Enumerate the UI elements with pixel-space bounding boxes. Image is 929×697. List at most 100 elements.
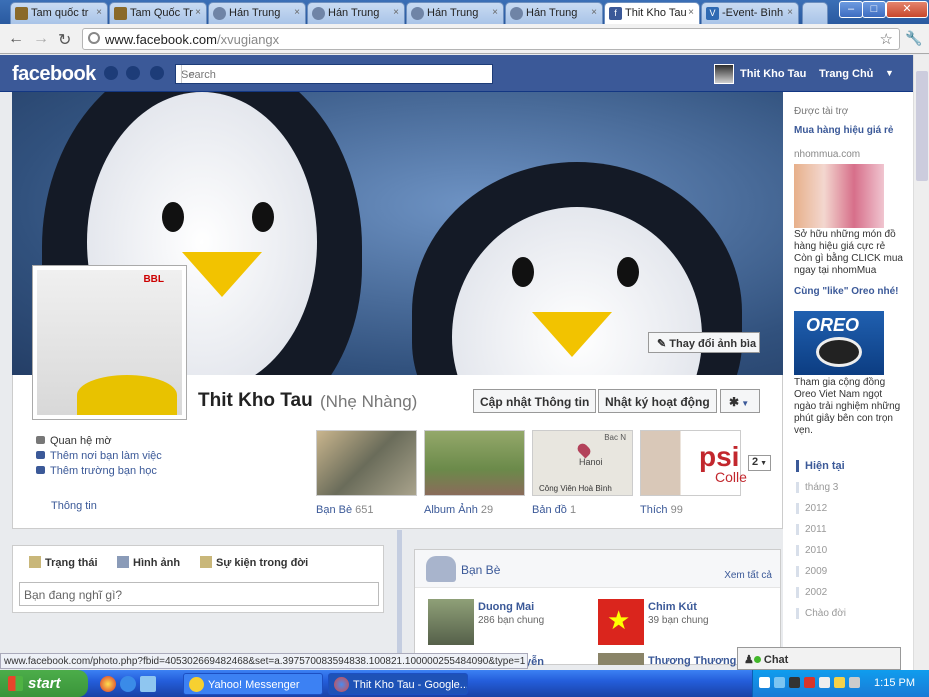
friends-thumbnail[interactable] (316, 430, 417, 496)
activity-log-button[interactable]: Nhật ký hoạt động (598, 389, 717, 413)
forward-arrow-icon[interactable]: → (33, 30, 49, 48)
scrollbar-thumb[interactable] (916, 71, 928, 181)
url-input[interactable]: www.facebook.com/xvugiangx ☆ (82, 28, 900, 50)
friend-requests-icon[interactable] (104, 66, 118, 80)
close-icon[interactable]: × (195, 7, 201, 18)
browser-tab[interactable]: Hán Trung × (406, 2, 504, 24)
friend-name[interactable]: Thương Thương M (648, 655, 749, 667)
ad-image[interactable]: OREO (794, 311, 884, 375)
timeline-year[interactable]: Chào đời (796, 608, 876, 619)
status-input[interactable]: Bạn đang nghĩ gì? (19, 582, 379, 606)
tray-app-icon[interactable] (834, 677, 845, 688)
star-icon: ★ (607, 605, 631, 635)
antivirus-icon[interactable] (804, 677, 815, 688)
friend-name[interactable]: Duong Mai (478, 601, 534, 613)
friend-name[interactable]: Chim Kút (648, 601, 697, 613)
avatar[interactable] (714, 64, 734, 84)
profile-link[interactable]: Thit Kho Tau (740, 68, 806, 80)
show-desktop-icon[interactable] (140, 676, 156, 692)
browser-tab[interactable]: Hán Trung × (505, 2, 603, 24)
ad-url[interactable]: nhommua.com (794, 149, 860, 160)
taskbar-chrome-window[interactable]: Thit Kho Tau - Google... (328, 673, 468, 695)
albums-label[interactable]: Album Ảnh 29 (424, 504, 493, 516)
timeline-year[interactable]: 2009 (796, 566, 876, 577)
monitor-icon[interactable] (789, 677, 800, 688)
close-icon[interactable]: × (591, 7, 597, 18)
browser-tab[interactable]: Tam Quốc Tr × (109, 2, 207, 24)
clock[interactable]: 1:15 PM (874, 677, 915, 689)
timeline-year[interactable]: 2012 (796, 503, 876, 514)
search-input[interactable]: Search ⌕ (175, 64, 493, 84)
notifications-globe-icon[interactable] (150, 66, 164, 80)
timeline-year[interactable]: 2011 (796, 524, 876, 535)
profile-picture[interactable]: BBL (32, 265, 187, 420)
ie-icon[interactable] (120, 676, 136, 692)
page-scrollbar[interactable] (913, 55, 929, 670)
browser-tab[interactable]: V -Event- Bình × (701, 2, 799, 24)
close-icon[interactable]: × (294, 7, 300, 18)
new-tab-button[interactable] (802, 2, 828, 24)
ad-title[interactable]: Mua hàng hiệu giá rẻ (794, 125, 902, 137)
close-icon[interactable]: × (492, 7, 498, 18)
volume-icon[interactable] (849, 677, 860, 688)
badge-text: BBL (143, 274, 164, 285)
change-cover-button[interactable]: ✎ Thay đổi ảnh bìa (648, 332, 760, 353)
info-link[interactable]: Thông tin (51, 500, 97, 512)
facebook-logo[interactable]: facebook (12, 63, 96, 86)
browser-tab-active[interactable]: f Thit Kho Tau × (604, 2, 700, 24)
friend-photo[interactable] (598, 653, 644, 665)
more-sections-button[interactable]: 2 ▼ (748, 455, 771, 471)
close-icon[interactable]: × (96, 7, 102, 18)
help-icon[interactable] (759, 677, 770, 688)
tab-life-event[interactable]: Sự kiện trong đời (200, 556, 308, 569)
ad-title[interactable]: Cùng "like" Oreo nhé! (794, 286, 902, 298)
timeline-year-current[interactable]: Hiện tại (796, 460, 876, 472)
messages-icon[interactable] (126, 66, 140, 80)
timeline-year[interactable]: 2010 (796, 545, 876, 556)
reload-icon[interactable]: ↻ (58, 30, 71, 50)
briefcase-icon (36, 451, 45, 459)
friend-photo[interactable]: ★ (598, 599, 644, 645)
minimize-button[interactable]: – (839, 1, 863, 18)
account-menu-icon[interactable]: ▼ (885, 68, 894, 78)
gear-icon: ✱ (729, 395, 740, 409)
close-window-button[interactable]: ✕ (886, 1, 928, 18)
albums-thumbnail[interactable] (424, 430, 525, 496)
tray-app-icon[interactable] (819, 677, 830, 688)
see-all-link[interactable]: Xem tất cả (724, 570, 772, 581)
info-add-work[interactable]: Thêm nơi bạn làm việc (36, 450, 162, 462)
close-icon[interactable]: × (393, 7, 399, 18)
tab-status[interactable]: Trạng thái (29, 556, 98, 569)
ad-image[interactable] (794, 164, 884, 228)
likes-label[interactable]: Thích 99 (640, 504, 683, 516)
home-link[interactable]: Trang Chủ (819, 68, 873, 80)
timeline-year[interactable]: 2002 (796, 587, 876, 598)
browser-tab[interactable]: Tam quốc tr × (10, 2, 108, 24)
friends-label[interactable]: Bạn Bè 651 (316, 504, 374, 516)
likes-thumbnail[interactable]: psi Colle (640, 430, 747, 496)
network-icon[interactable] (774, 677, 785, 688)
chat-bar[interactable]: ♟ Chat (737, 647, 901, 670)
map-pin-icon (575, 441, 593, 459)
taskbar-yahoo-messenger[interactable]: Yahoo! Messenger (183, 673, 323, 695)
info-add-school[interactable]: Thêm trường bạn học (36, 465, 157, 477)
tab-photo[interactable]: Hình ảnh (117, 556, 180, 569)
search-icon[interactable]: ⌕ (181, 65, 203, 83)
close-icon[interactable]: × (787, 7, 793, 18)
friends-box-title[interactable]: Bạn Bè (461, 563, 500, 577)
back-arrow-icon[interactable]: ← (8, 30, 24, 48)
star-bookmark-icon[interactable]: ☆ (880, 30, 893, 48)
friend-photo[interactable] (428, 599, 474, 645)
chrome-icon[interactable] (100, 676, 116, 692)
map-thumbnail[interactable]: Bac N Hanoi Công Viên Hoà Bình (532, 430, 633, 496)
settings-gear-button[interactable]: ✱ ▼ (720, 389, 760, 413)
maximize-button[interactable]: □ (862, 1, 886, 18)
update-info-button[interactable]: Cập nhật Thông tin (473, 389, 597, 413)
timeline-year[interactable]: tháng 3 (796, 482, 876, 493)
browser-tab[interactable]: Hán Trung × (208, 2, 306, 24)
close-icon[interactable]: × (688, 7, 694, 18)
map-label[interactable]: Bản đồ 1 (532, 504, 576, 516)
wrench-menu-icon[interactable]: 🔧 (905, 30, 922, 47)
start-button[interactable]: start (0, 670, 88, 697)
browser-tab[interactable]: Hán Trung × (307, 2, 405, 24)
